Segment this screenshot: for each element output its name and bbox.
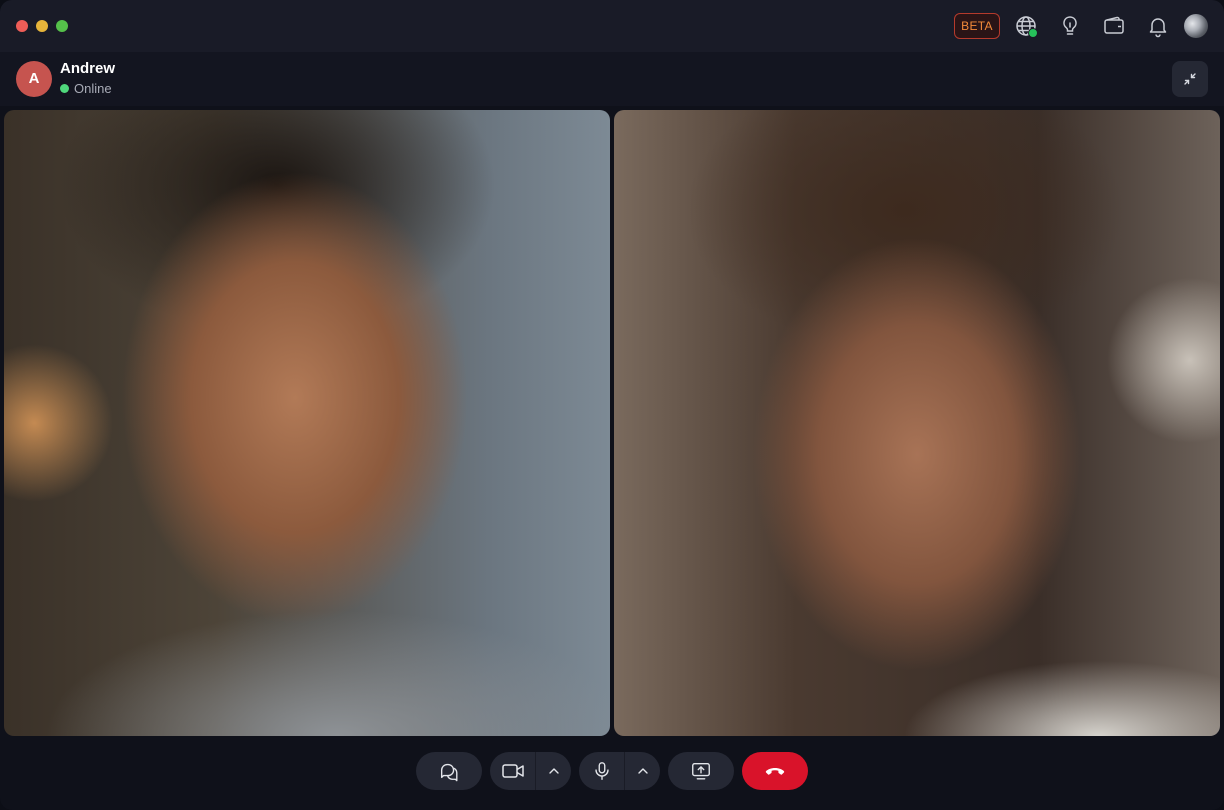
beta-badge[interactable]: BETA [954, 13, 1000, 39]
end-call-icon [763, 759, 787, 783]
contact-status-label: Online [74, 81, 112, 96]
microphone-control [579, 752, 660, 790]
bell-icon[interactable] [1146, 14, 1170, 38]
camera-options-button[interactable] [536, 752, 571, 790]
video-feed-local [614, 110, 1220, 736]
camera-control [490, 752, 571, 790]
microphone-toggle-button[interactable] [579, 752, 624, 790]
chat-icon [438, 760, 460, 782]
chevron-up-icon [636, 764, 650, 778]
wallet-icon[interactable] [1102, 14, 1126, 38]
screen-share-icon [690, 760, 712, 782]
chat-button[interactable] [416, 752, 482, 790]
lightbulb-icon[interactable] [1058, 14, 1082, 38]
microphone-options-button[interactable] [625, 752, 660, 790]
minimize-window-button[interactable] [36, 20, 48, 32]
call-header: A Andrew Online [0, 52, 1224, 106]
video-call-window: BETA A Andrew Online [0, 0, 1224, 810]
screen-share-button[interactable] [668, 752, 734, 790]
minimize-call-button[interactable] [1172, 61, 1208, 97]
online-status-dot [60, 84, 69, 93]
call-controls [0, 752, 1224, 790]
connection-status-dot [1028, 28, 1038, 38]
microphone-icon [591, 760, 613, 782]
contact-status: Online [60, 81, 112, 96]
camera-toggle-button[interactable] [490, 752, 535, 790]
chevron-up-icon [547, 764, 561, 778]
user-avatar[interactable] [1184, 14, 1208, 38]
camera-icon [501, 759, 525, 783]
video-feed-remote [4, 110, 610, 736]
contact-avatar[interactable]: A [16, 61, 52, 97]
title-bar: BETA [0, 0, 1224, 52]
collapse-arrows-icon [1182, 71, 1198, 87]
close-window-button[interactable] [16, 20, 28, 32]
end-call-button[interactable] [742, 752, 808, 790]
contact-name: Andrew [60, 60, 116, 77]
maximize-window-button[interactable] [56, 20, 68, 32]
